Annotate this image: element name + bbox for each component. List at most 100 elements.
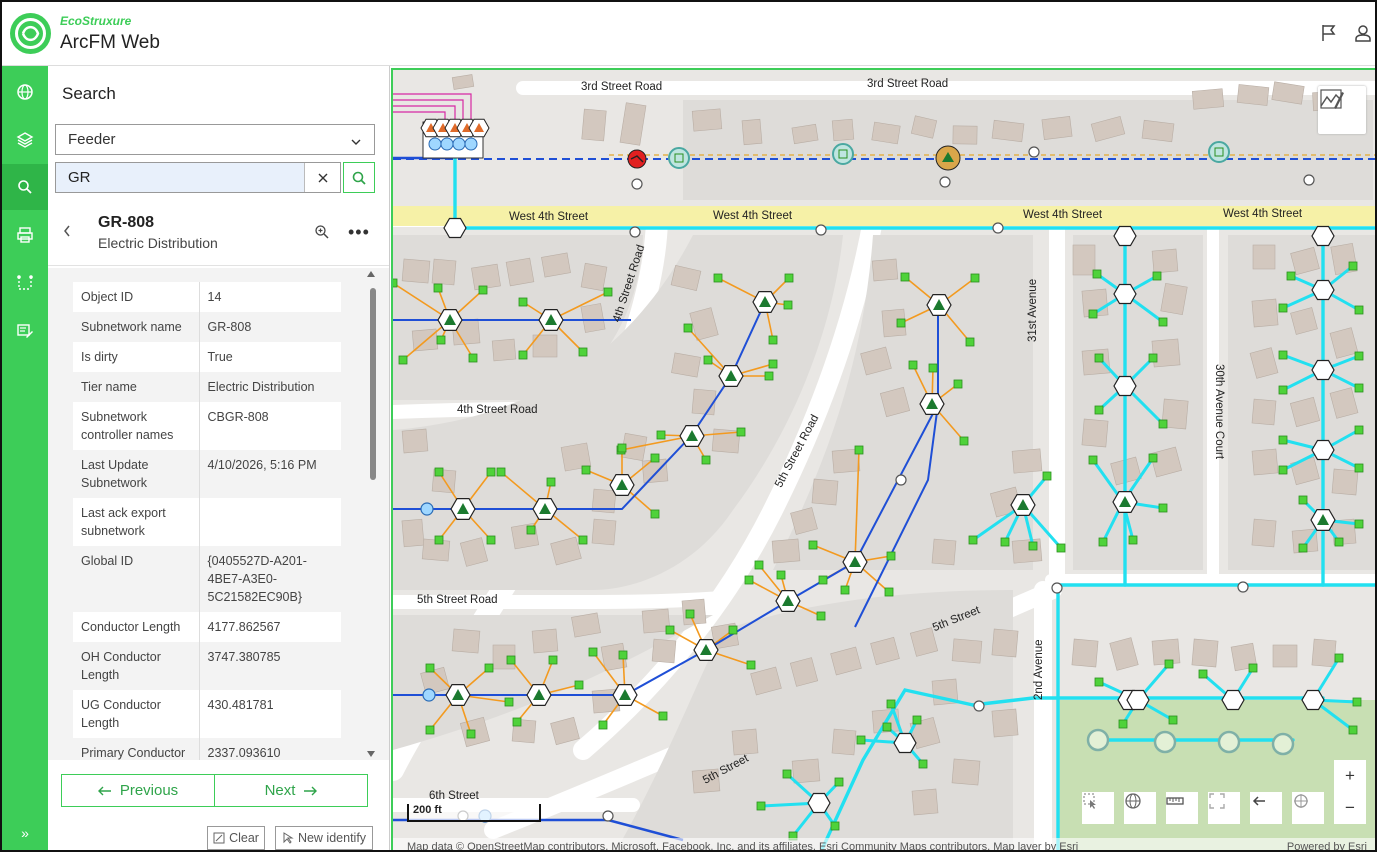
map-edit-icon xyxy=(1320,89,1344,109)
service-point-icon xyxy=(1164,659,1174,669)
service-point-icon xyxy=(1278,465,1288,475)
attribute-key: OH Conductor Length xyxy=(73,642,200,690)
next-button[interactable]: Next xyxy=(215,775,367,806)
street-label: West 4th Street xyxy=(713,210,793,222)
attribute-list: Object ID 14 Subnetwork name GR-808 Is dirty… xyxy=(48,268,389,760)
basemap-tool-button[interactable] xyxy=(1124,792,1156,824)
house xyxy=(731,728,759,756)
service-point-icon xyxy=(1094,353,1104,363)
service-point-icon xyxy=(746,660,756,670)
house xyxy=(580,262,608,292)
attribute-key: Subnetwork controller names xyxy=(73,402,200,450)
service-point-icon xyxy=(959,436,969,446)
zoom-out-button[interactable]: − xyxy=(1334,792,1366,824)
service-point-icon xyxy=(1348,725,1358,735)
house xyxy=(1191,638,1219,668)
rail-edit[interactable] xyxy=(2,308,48,354)
layer-select-value: Feeder xyxy=(68,131,116,148)
attribute-value: {0405527D-A201-4BE7-A3E0-5C21582EC90B} xyxy=(207,554,307,604)
attribute-value: GR-808 xyxy=(207,320,252,334)
measure-tool-button[interactable] xyxy=(1166,792,1198,824)
collapse-toolbar-button[interactable] xyxy=(1250,792,1282,824)
scrollbar-thumb[interactable] xyxy=(370,288,376,480)
previous-label: Previous xyxy=(119,782,179,799)
street-label: 6th Street xyxy=(429,790,479,802)
service-point-icon xyxy=(578,535,588,545)
house xyxy=(1081,418,1109,448)
street-label: 30th Avenue Court xyxy=(1213,364,1225,460)
flag-icon[interactable] xyxy=(1318,22,1340,44)
scroll-down-arrow[interactable] xyxy=(367,751,375,757)
house xyxy=(811,478,839,506)
trace-tool-button[interactable] xyxy=(1292,792,1324,824)
clear-search-button[interactable] xyxy=(304,163,340,192)
scroll-up-arrow[interactable] xyxy=(367,271,375,277)
house xyxy=(1252,244,1276,270)
feature-title: GR-808 xyxy=(98,214,155,231)
attribute-value: 4/10/2026, 5:16 PM xyxy=(207,458,317,472)
attribute-row: Is dirty True xyxy=(73,342,341,372)
back-button[interactable] xyxy=(62,224,72,243)
service-point-icon xyxy=(603,287,613,297)
clear-button[interactable]: Clear xyxy=(207,826,265,850)
select-tool-button[interactable] xyxy=(1082,792,1114,824)
service-point-icon xyxy=(1354,383,1364,393)
rail-trace[interactable] xyxy=(2,260,48,306)
sketch-edit-button[interactable] xyxy=(1318,86,1366,134)
search-input[interactable] xyxy=(56,163,304,192)
house xyxy=(1236,84,1270,106)
trace-icon xyxy=(1294,794,1308,808)
street-label: West 4th Street xyxy=(509,211,589,223)
house xyxy=(1311,638,1337,668)
feature-subtitle: Electric Distribution xyxy=(98,235,218,251)
house xyxy=(1191,88,1225,110)
rail-print[interactable] xyxy=(2,212,48,258)
pad-icon xyxy=(1271,732,1295,756)
previous-button[interactable]: Previous xyxy=(62,775,215,806)
service-point-icon xyxy=(434,467,444,477)
powered-by-link[interactable]: Powered by Esri xyxy=(1287,838,1367,850)
attribute-value: 430.481781 xyxy=(207,698,274,712)
house xyxy=(1272,644,1298,668)
house xyxy=(871,121,901,145)
select-cursor-icon xyxy=(1083,793,1096,809)
service-point-icon xyxy=(1248,663,1258,673)
street-label: 3rd Street Road xyxy=(867,78,949,90)
service-point-icon xyxy=(1354,305,1364,315)
more-options-button[interactable]: ••• xyxy=(348,222,370,243)
map-canvas[interactable] xyxy=(393,70,1375,852)
house xyxy=(541,252,571,278)
zoom-to-feature-button[interactable] xyxy=(314,224,330,245)
street-label: West 4th Street xyxy=(1023,209,1103,221)
rail-basemap[interactable] xyxy=(2,69,48,115)
app-title: ArcFM Web xyxy=(60,32,160,53)
service-point-icon xyxy=(546,477,556,487)
junction-icon xyxy=(815,224,827,236)
house xyxy=(1331,468,1359,496)
new-identify-button[interactable]: New identify xyxy=(275,826,373,850)
house xyxy=(771,538,801,564)
service-point-icon xyxy=(518,297,528,307)
service-point-icon xyxy=(1334,537,1344,547)
service-point-icon xyxy=(896,318,906,328)
house xyxy=(581,108,607,142)
fullscreen-button[interactable] xyxy=(1208,792,1240,824)
search-button[interactable] xyxy=(343,162,375,193)
map-view[interactable]: 3rd Street Road 3rd Street Road West 4th… xyxy=(391,68,1375,852)
rail-layers[interactable] xyxy=(2,117,48,163)
junction-icon xyxy=(1237,581,1249,593)
expand-rail-button[interactable]: » xyxy=(2,818,48,848)
layer-select[interactable]: Feeder xyxy=(55,124,375,155)
service-point-icon xyxy=(504,697,514,707)
service-point-icon xyxy=(713,273,723,283)
service-point-icon xyxy=(1352,697,1362,707)
rail-search[interactable] xyxy=(2,164,48,210)
attribute-key: Conductor Length xyxy=(73,612,200,642)
house xyxy=(1141,119,1175,143)
user-icon[interactable] xyxy=(1352,22,1374,44)
service-point-icon xyxy=(1128,535,1138,545)
service-point-icon xyxy=(1158,419,1168,429)
junction-icon xyxy=(631,178,643,190)
zoom-in-button[interactable]: + xyxy=(1334,760,1366,792)
house xyxy=(991,708,1019,738)
